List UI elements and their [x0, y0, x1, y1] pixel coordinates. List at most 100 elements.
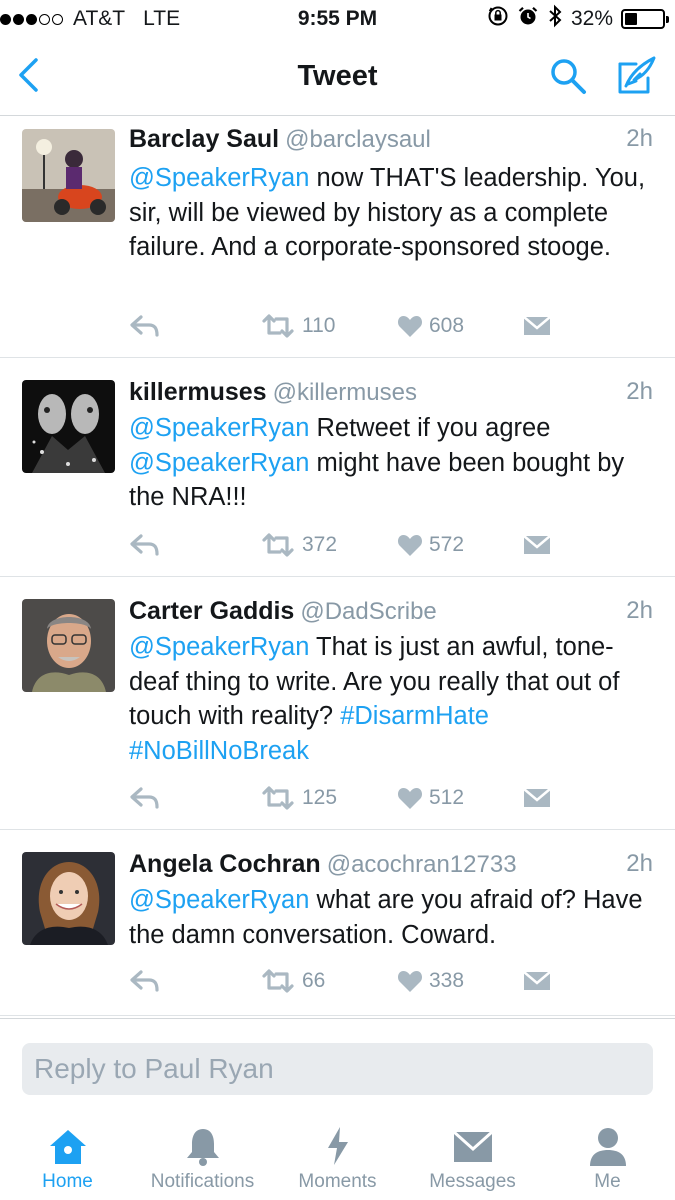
- reply-button[interactable]: [129, 783, 161, 813]
- tweet-time: 2h: [626, 850, 653, 877]
- tweet-header: Angela Cochran @acochran12733 2h: [129, 850, 653, 884]
- tab-label: Me: [594, 1171, 621, 1192]
- author-name[interactable]: Carter Gaddis: [129, 597, 294, 625]
- tweet-actions: 110 608: [129, 311, 649, 341]
- person-icon: [589, 1128, 626, 1166]
- avatar[interactable]: [22, 852, 115, 945]
- search-icon: [551, 59, 586, 94]
- avatar[interactable]: [22, 599, 115, 692]
- heart-icon: [397, 788, 423, 809]
- status-bar: AT&T LTE 9:55 PM 32%: [0, 0, 675, 40]
- battery-percent: 32%: [570, 7, 613, 30]
- tab-notifications[interactable]: Notifications: [135, 1104, 270, 1200]
- retweet-button[interactable]: 372: [260, 530, 337, 560]
- retweet-button[interactable]: 125: [260, 783, 337, 813]
- author-handle[interactable]: @DadScribe: [300, 598, 436, 625]
- retweet-count: 125: [302, 786, 338, 809]
- tweet-item[interactable]: Angela Cochran @acochran12733 2h @Speaker…: [0, 831, 675, 1016]
- home-icon: [49, 1130, 86, 1164]
- envelope-icon: [523, 971, 551, 990]
- like-button[interactable]: 338: [397, 966, 464, 996]
- bell-icon: [186, 1129, 219, 1166]
- direct-message-button[interactable]: [523, 311, 551, 341]
- alarm-icon: [517, 5, 539, 33]
- mention-link[interactable]: @SpeakerRyan: [129, 449, 309, 477]
- direct-message-button[interactable]: [523, 966, 551, 996]
- mention-link[interactable]: @SpeakerRyan: [129, 886, 309, 914]
- tweet-actions: 66 338: [129, 966, 649, 996]
- tweet-actions: 125 512: [129, 783, 649, 813]
- retweet-icon: [262, 314, 294, 338]
- compose-tweet-icon: [618, 56, 656, 94]
- rotation-lock-icon: [487, 5, 509, 33]
- tweet-item[interactable]: Carter Gaddis @DadScribe 2h @SpeakerRyan …: [0, 578, 675, 830]
- hashtag-link[interactable]: #DisarmHate: [340, 702, 489, 730]
- tab-home[interactable]: Home: [0, 1104, 135, 1200]
- reply-button[interactable]: [129, 966, 161, 996]
- envelope-icon: [523, 316, 551, 335]
- reply-button[interactable]: [129, 311, 161, 341]
- tab-label: Notifications: [150, 1171, 255, 1192]
- author-handle[interactable]: @acochran12733: [327, 851, 517, 878]
- tweet-text: @SpeakerRyan Retweet if you agree @Speak…: [129, 411, 659, 515]
- retweet-icon: [262, 969, 294, 993]
- mention-link[interactable]: @SpeakerRyan: [129, 633, 309, 661]
- reply-bar: [0, 1018, 675, 1104]
- envelope-icon: [523, 788, 551, 807]
- like-button[interactable]: 572: [397, 530, 464, 560]
- reply-icon: [130, 787, 159, 809]
- like-count: 608: [429, 314, 465, 337]
- tab-label: Moments: [298, 1171, 377, 1192]
- tweet-actions: 372 572: [129, 530, 649, 560]
- author-name[interactable]: Angela Cochran: [129, 850, 321, 878]
- tweet-text-body: Retweet if you agree: [309, 414, 551, 442]
- tweet-text: @SpeakerRyan That is just an awful, tone…: [129, 630, 659, 768]
- like-count: 338: [429, 969, 465, 992]
- hashtag-link[interactable]: #NoBillNoBreak: [129, 737, 309, 765]
- retweet-button[interactable]: 66: [260, 966, 325, 996]
- author-name[interactable]: Barclay Saul: [129, 125, 279, 153]
- direct-message-button[interactable]: [523, 530, 551, 560]
- like-button[interactable]: 512: [397, 783, 464, 813]
- tweet-header: Carter Gaddis @DadScribe 2h: [129, 597, 653, 631]
- envelope-icon: [452, 1130, 493, 1162]
- status-right: 32%: [487, 4, 669, 34]
- avatar[interactable]: [22, 129, 115, 222]
- tweet-item[interactable]: killermuses @killermuses 2h @SpeakerRyan …: [0, 359, 675, 577]
- bluetooth-icon: [547, 4, 563, 34]
- tweet-text: @SpeakerRyan what are you afraid of? Hav…: [129, 883, 659, 952]
- tweet-time: 2h: [626, 125, 653, 152]
- lightning-icon: [327, 1127, 348, 1165]
- search-button[interactable]: [548, 56, 588, 96]
- reply-icon: [130, 534, 159, 556]
- compose-tweet-button[interactable]: [614, 54, 658, 98]
- reply-button[interactable]: [129, 530, 161, 560]
- tweet-time: 2h: [626, 378, 653, 405]
- retweet-icon: [262, 533, 294, 557]
- author-handle[interactable]: @barclaysaul: [285, 126, 431, 153]
- tab-label: Home: [42, 1171, 93, 1192]
- battery-icon: [621, 9, 669, 29]
- like-button[interactable]: 608: [397, 311, 464, 341]
- tweet-item[interactable]: Barclay Saul @barclaysaul 2h @SpeakerRyan…: [0, 117, 675, 358]
- reply-input[interactable]: [22, 1043, 653, 1095]
- tab-me[interactable]: Me: [540, 1104, 675, 1200]
- retweet-count: 66: [302, 969, 326, 992]
- nav-bar: Tweet: [0, 40, 675, 116]
- retweet-button[interactable]: 110: [260, 311, 335, 341]
- heart-icon: [397, 316, 423, 337]
- heart-icon: [397, 971, 423, 992]
- mention-link[interactable]: @SpeakerRyan: [129, 164, 309, 192]
- tab-messages[interactable]: Messages: [405, 1104, 540, 1200]
- tweet-text: @SpeakerRyan now THAT'S leadership. You,…: [129, 161, 659, 265]
- tweet-header: killermuses @killermuses 2h: [129, 378, 653, 412]
- author-handle[interactable]: @killermuses: [273, 379, 417, 406]
- direct-message-button[interactable]: [523, 783, 551, 813]
- tab-moments[interactable]: Moments: [270, 1104, 405, 1200]
- tab-bar: Home Notifications Moments Messages Me: [0, 1104, 675, 1200]
- avatar[interactable]: [22, 380, 115, 473]
- envelope-icon: [523, 535, 551, 554]
- mention-link[interactable]: @SpeakerRyan: [129, 414, 309, 442]
- reply-icon: [130, 315, 159, 337]
- author-name[interactable]: killermuses: [129, 378, 267, 406]
